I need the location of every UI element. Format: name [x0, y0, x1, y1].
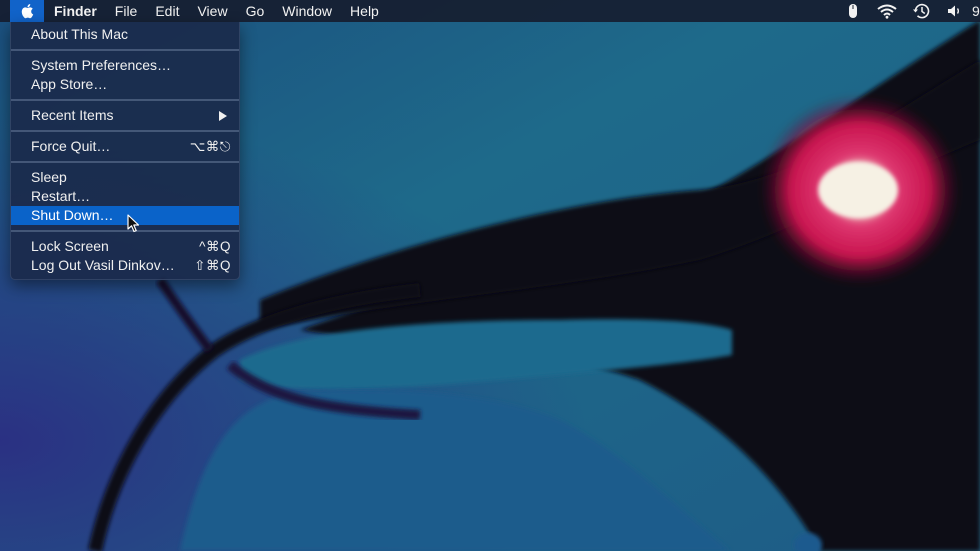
volume-icon[interactable]	[938, 0, 972, 22]
menu-item-label: System Preferences…	[31, 57, 172, 73]
apple-logo-icon	[21, 4, 34, 19]
menu-help[interactable]: Help	[341, 0, 388, 22]
apple-menu-dropdown: About This Mac System Preferences… App S…	[10, 22, 240, 280]
menu-finder[interactable]: Finder	[44, 0, 106, 22]
menu-separator	[11, 161, 239, 163]
submenu-arrow-icon	[219, 111, 227, 121]
menu-go[interactable]: Go	[237, 0, 274, 22]
shortcut-log-out: ⇧⌘Q	[194, 258, 231, 273]
menu-item-recent-items[interactable]: Recent Items	[11, 106, 239, 125]
menu-item-label: Sleep	[31, 169, 67, 185]
menu-item-about-this-mac[interactable]: About This Mac	[11, 25, 239, 44]
apple-menu-button[interactable]	[10, 0, 44, 22]
mouse-battery-icon[interactable]	[836, 0, 870, 22]
menu-item-label: Shut Down…	[31, 207, 114, 223]
menu-item-label: App Store…	[31, 76, 108, 92]
menu-separator	[11, 230, 239, 232]
menu-view[interactable]: View	[188, 0, 236, 22]
menu-separator	[11, 130, 239, 132]
menu-item-label: Recent Items	[31, 107, 114, 123]
menu-item-label: About This Mac	[31, 26, 129, 42]
clock-text[interactable]: 9	[972, 3, 980, 19]
menu-item-restart[interactable]: Restart…	[11, 187, 239, 206]
menu-bar: Finder File Edit View Go Window Help 9	[0, 0, 980, 22]
menu-item-app-store[interactable]: App Store…	[11, 75, 239, 94]
shortcut-lock-screen: ^⌘Q	[199, 239, 231, 254]
menu-item-label: Force Quit…	[31, 138, 111, 154]
menu-item-log-out[interactable]: Log Out Vasil Dinkov… ⇧⌘Q	[11, 256, 239, 275]
menu-item-label: Restart…	[31, 188, 91, 204]
menu-item-label: Lock Screen	[31, 238, 109, 254]
menu-item-lock-screen[interactable]: Lock Screen ^⌘Q	[11, 237, 239, 256]
menu-window[interactable]: Window	[273, 0, 341, 22]
menu-separator	[11, 99, 239, 101]
menu-item-sleep[interactable]: Sleep	[11, 168, 239, 187]
menu-item-force-quit[interactable]: Force Quit… ⌥⌘⎋	[11, 137, 239, 156]
menu-item-label: Log Out Vasil Dinkov…	[31, 257, 175, 273]
menu-edit[interactable]: Edit	[146, 0, 188, 22]
status-area: 9	[836, 0, 980, 22]
wifi-icon[interactable]	[870, 0, 904, 22]
menu-item-shut-down[interactable]: Shut Down…	[11, 206, 239, 225]
shortcut-force-quit: ⌥⌘⎋	[189, 139, 231, 154]
menu-file[interactable]: File	[106, 0, 147, 22]
mouse-pointer-icon	[127, 214, 140, 233]
menu-item-system-preferences[interactable]: System Preferences…	[11, 56, 239, 75]
time-machine-icon[interactable]	[904, 0, 938, 22]
menu-separator	[11, 49, 239, 51]
